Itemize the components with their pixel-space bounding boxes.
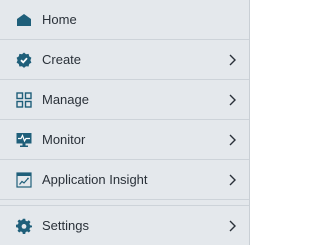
menu-item-label: Settings — [42, 218, 89, 233]
chevron-right-icon — [227, 134, 237, 146]
gear-icon — [16, 218, 32, 234]
menu-item-manage[interactable]: Manage — [0, 80, 249, 120]
grid-icon — [16, 91, 32, 108]
monitor-pulse-icon — [16, 132, 32, 148]
menu-item-label: Home — [42, 12, 77, 27]
chevron-right-icon — [227, 94, 237, 106]
menu-item-settings[interactable]: Settings — [0, 206, 249, 245]
menu-item-label: Application Insight — [42, 172, 148, 187]
nav-menu: Home Create Manage Monitor Application I… — [0, 0, 250, 245]
chevron-right-icon — [227, 54, 237, 66]
menu-item-home[interactable]: Home — [0, 0, 249, 40]
menu-item-label: Create — [42, 52, 82, 67]
menu-item-application-insight[interactable]: Application Insight — [0, 160, 249, 200]
menu-item-monitor[interactable]: Monitor — [0, 120, 249, 160]
chevron-right-icon — [227, 220, 237, 232]
menu-item-label: Monitor — [42, 132, 86, 147]
menu-item-create[interactable]: Create — [0, 40, 249, 80]
badge-check-icon — [16, 52, 32, 68]
home-icon — [16, 12, 32, 28]
chevron-right-icon — [227, 174, 237, 186]
menu-item-label: Manage — [42, 92, 89, 107]
insight-chart-icon — [16, 171, 32, 188]
